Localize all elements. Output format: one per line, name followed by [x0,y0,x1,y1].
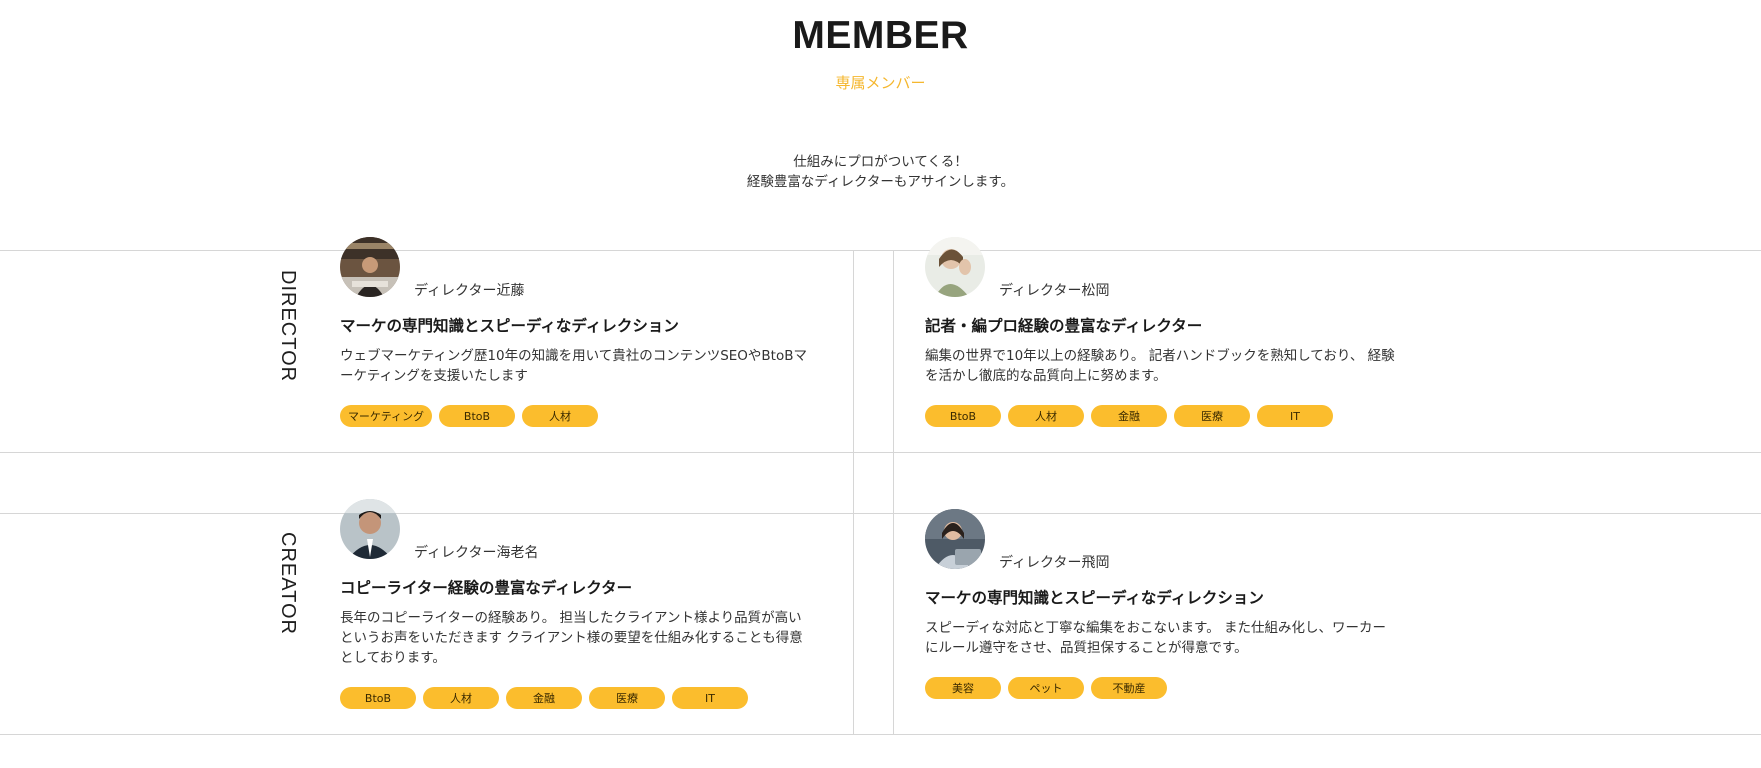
member-title: マーケの専門知識とスピーディなディレクション [925,589,1264,607]
avatar [340,499,400,559]
page-title: MEMBER [792,14,969,57]
tag: ペット [1008,677,1084,699]
tag: 金融 [506,687,582,709]
tag: マーケティング [340,405,432,427]
member-name: ディレクター松岡 [999,283,1110,299]
member-title: コピーライター経験の豊富なディレクター [340,579,633,597]
intro-text: 仕組みにプロがついてくる！ 経験豊富なディレクターもアサインします。 [0,152,1761,192]
tag: 美容 [925,677,1001,699]
tag-list: BtoB 人材 金融 医療 IT [925,405,1333,427]
description-line: にルール遵守をさせ、品質担保することが得意です。 [925,640,1248,656]
description-line: というお声をいただきます クライアント様の要望を仕組み化することも得意 [340,630,803,646]
member-description: ウェブマーケティング歴10年の知識を用いて貴社のコンテンツSEOやBtoBマ ー… [340,346,825,386]
tag: 医療 [1174,405,1250,427]
avatar [925,509,985,569]
description-line: ウェブマーケティング歴10年の知識を用いて貴社のコンテンツSEOやBtoBマ [340,348,807,364]
tag: BtoB [439,405,515,427]
divider-middle-lower [0,513,1761,514]
tag: 人材 [1008,405,1084,427]
tag: 不動産 [1091,677,1167,699]
description-line: 編集の世界で10年以上の経験あり。 記者ハンドブックを熟知しており、 経験 [925,348,1395,364]
section-label-creator: CREATOR [277,532,299,635]
member-title: 記者・編プロ経験の豊富なディレクター [925,317,1203,335]
description-line: スピーディな対応と丁寧な編集をおこないます。 また仕組み化し、ワーカー [925,620,1386,636]
page-subtitle: 専属メンバー [835,74,926,92]
tag: 人材 [522,405,598,427]
divider-middle-upper [0,452,1761,453]
intro-line-1: 仕組みにプロがついてくる！ [793,154,968,170]
avatar [340,237,400,297]
member-title: マーケの専門知識とスピーディなディレクション [340,317,679,335]
tag: IT [672,687,748,709]
member-card-matsuoka: ディレクター松岡 記者・編プロ経験の豊富なディレクター 編集の世界で10年以上の… [925,237,1425,437]
intro-line-2: 経験豊富なディレクターもアサインします。 [746,174,1015,190]
tag: 人材 [423,687,499,709]
tag: BtoB [340,687,416,709]
description-line: ーケティングを支援いたします [340,368,528,384]
member-card-tobioka: ディレクター飛岡 マーケの専門知識とスピーディなディレクション スピーディな対応… [925,509,1425,709]
member-description: スピーディな対応と丁寧な編集をおこないます。 また仕組み化し、ワーカー にルール… [925,618,1410,658]
member-card-ebina: ディレクター海老名 コピーライター経験の豊富なディレクター 長年のコピーライター… [340,499,830,719]
description-line: を活かし徹底的な品質向上に努めます。 [925,368,1167,384]
divider-bottom [0,734,1761,735]
member-card-kondo: ディレクター近藤 マーケの専門知識とスピーディなディレクション ウェブマーケティ… [340,237,830,437]
column-divider-left [853,250,854,734]
member-name: ディレクター海老名 [414,545,539,561]
tag: IT [1257,405,1333,427]
tag: 金融 [1091,405,1167,427]
description-line: としております。 [340,650,446,666]
member-description: 長年のコピーライターの経験あり。 担当したクライアント様より品質が高い というお… [340,608,825,668]
section-label-director: DIRECTOR [277,270,299,383]
divider-top [0,250,1761,251]
tag: 医療 [589,687,665,709]
column-divider-right [893,250,894,734]
member-description: 編集の世界で10年以上の経験あり。 記者ハンドブックを熟知しており、 経験 を活… [925,346,1410,386]
tag-list: BtoB 人材 金融 医療 IT [340,687,748,709]
member-name: ディレクター近藤 [414,283,525,299]
tag-list: マーケティング BtoB 人材 [340,405,598,427]
description-line: 長年のコピーライターの経験あり。 担当したクライアント様より品質が高い [340,610,802,626]
tag-list: 美容 ペット 不動産 [925,677,1167,699]
tag: BtoB [925,405,1001,427]
avatar [925,237,985,297]
member-name: ディレクター飛岡 [999,555,1110,571]
